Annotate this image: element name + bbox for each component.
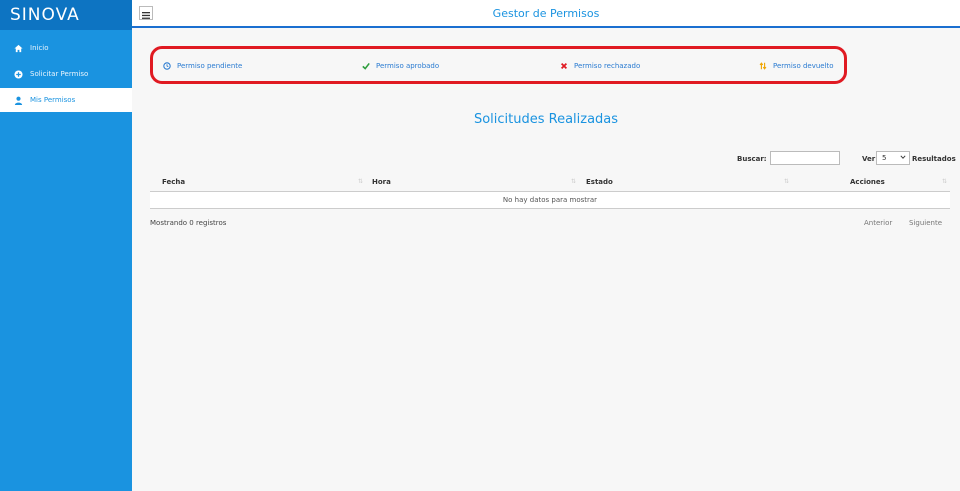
search-input[interactable] (770, 151, 840, 165)
permits-table: Fecha ⇅ Hora ⇅ Estado ⇅ Acciones ⇅ No ha… (150, 174, 950, 209)
sidebar: SINOVA Inicio Solicitar Permiso Mis Perm… (0, 0, 132, 491)
sidebar-item-solicitar-permiso[interactable]: Solicitar Permiso (0, 62, 132, 86)
brand-name: SINOVA (10, 5, 80, 25)
sidebar-item-inicio[interactable]: Inicio (0, 36, 132, 60)
legend-label: Permiso devuelto (773, 61, 834, 70)
plus-circle-icon (12, 68, 24, 80)
legend-item-devuelto: Permiso devuelto (758, 61, 834, 70)
chevron-down-icon (900, 154, 906, 162)
sort-icon[interactable]: ⇅ (942, 178, 947, 185)
table-info: Mostrando 0 registros (150, 219, 227, 227)
column-header-hora[interactable]: Hora (372, 178, 391, 186)
page-size-label: Ver (862, 155, 876, 163)
swap-arrows-icon (758, 61, 767, 70)
table-empty-row: No hay datos para mostrar (150, 192, 950, 209)
sidebar-item-label: Solicitar Permiso (30, 70, 89, 78)
legend-item-aprobado: Permiso aprobado (361, 61, 439, 70)
legend-item-pendiente: Permiso pendiente (162, 61, 242, 70)
sort-icon[interactable]: ⇅ (358, 178, 363, 185)
results-label: Resultados (912, 155, 956, 163)
column-header-acciones[interactable]: Acciones (850, 178, 885, 186)
sidebar-item-label: Mis Permisos (30, 96, 76, 104)
column-header-estado[interactable]: Estado (586, 178, 613, 186)
section-title: Solicitudes Realizadas (473, 112, 619, 127)
next-page-button[interactable]: Siguiente (909, 219, 942, 227)
top-bar: Gestor de Permisos (132, 0, 960, 28)
brand-logo[interactable]: SINOVA (0, 0, 132, 30)
sort-icon[interactable]: ⇅ (571, 178, 576, 185)
sort-icon[interactable]: ⇅ (784, 178, 789, 185)
page-title: Gestor de Permisos (492, 7, 600, 20)
legend-label: Permiso pendiente (177, 61, 243, 70)
sidebar-item-mis-permisos[interactable]: Mis Permisos (0, 88, 132, 112)
column-header-fecha[interactable]: Fecha (162, 178, 185, 186)
clock-icon (162, 61, 171, 70)
page-size-select[interactable]: 5 (876, 151, 910, 165)
x-icon (559, 61, 568, 70)
table-header: Fecha ⇅ Hora ⇅ Estado ⇅ Acciones ⇅ (150, 174, 950, 192)
legend-item-rechazado: Permiso rechazado (559, 61, 640, 70)
search-label: Buscar: (737, 155, 767, 163)
check-icon (361, 61, 370, 70)
user-icon (12, 94, 24, 106)
home-icon (12, 42, 24, 54)
page-size-value: 5 (882, 154, 887, 162)
legend-label: Permiso aprobado (376, 61, 440, 70)
previous-page-button[interactable]: Anterior (864, 219, 892, 227)
sidebar-item-label: Inicio (30, 44, 49, 52)
status-legend: Permiso pendiente Permiso aprobado Permi… (150, 46, 847, 84)
legend-label: Permiso rechazado (574, 61, 641, 70)
